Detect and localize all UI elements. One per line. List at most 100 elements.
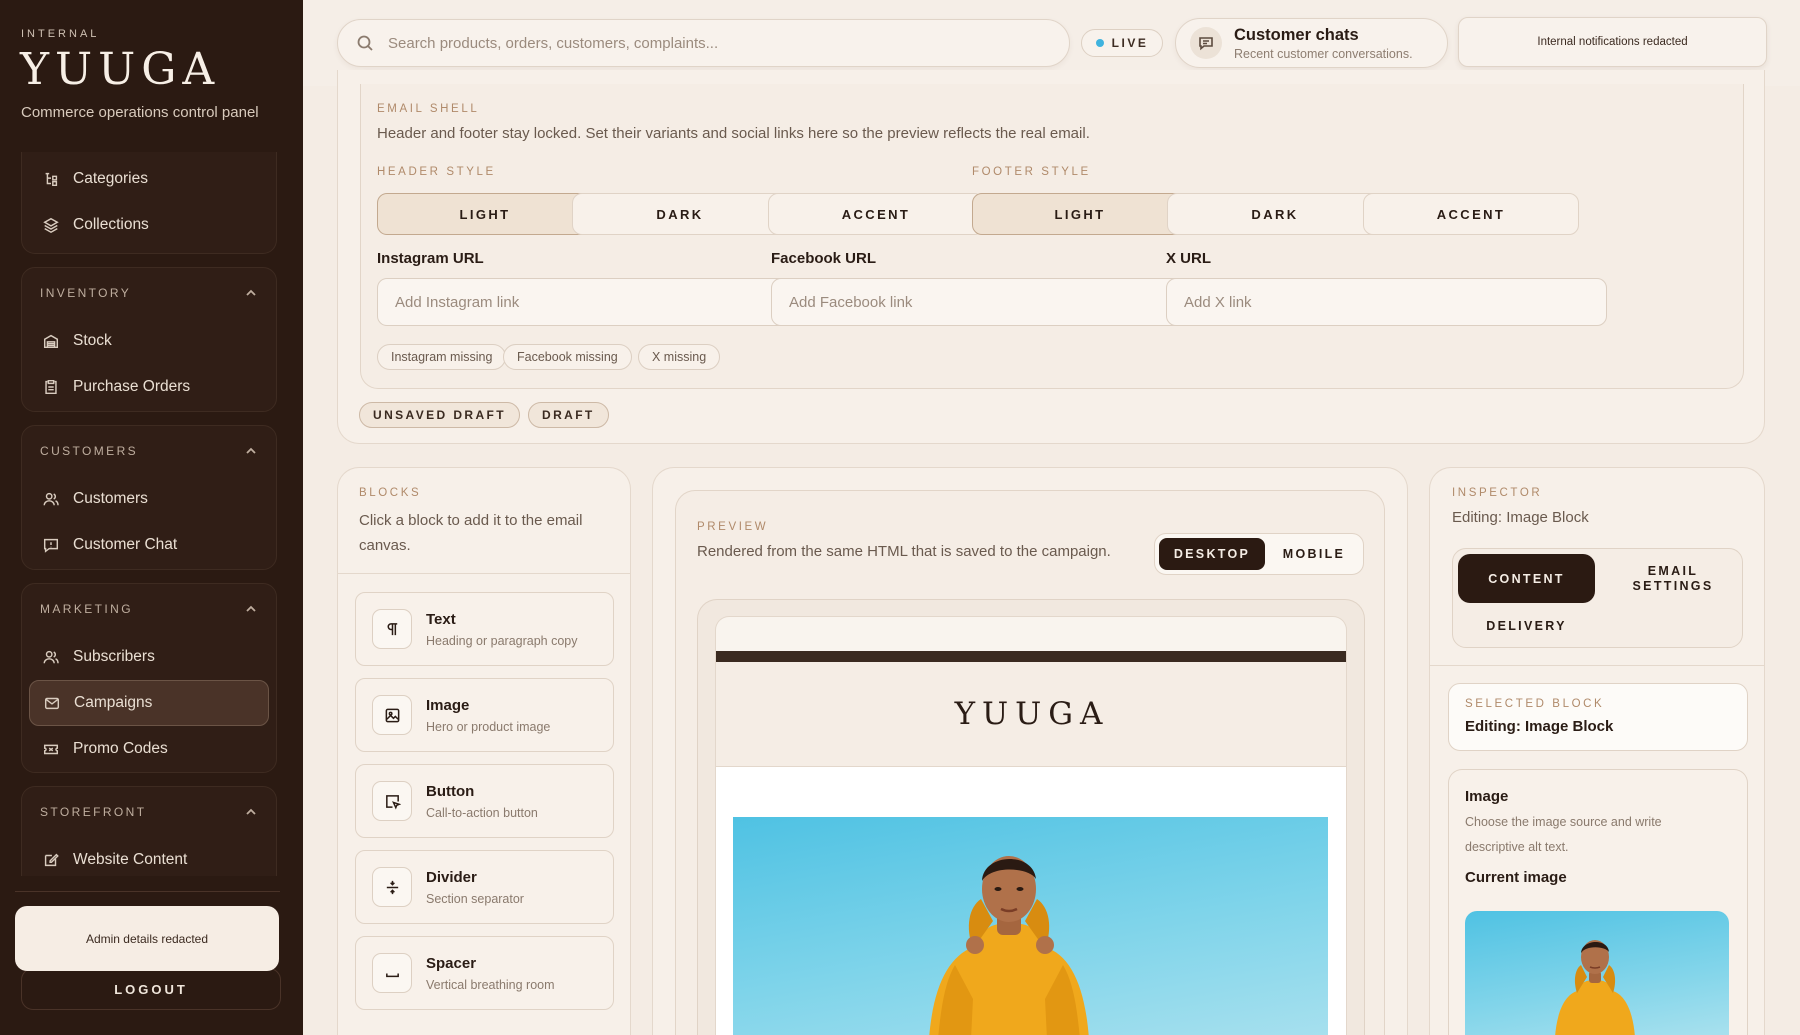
users-icon <box>41 489 61 509</box>
categories-icon <box>41 169 61 189</box>
preview-eyebrow: PREVIEW <box>697 521 769 533</box>
block-description: Heading or paragraph copy <box>426 633 578 648</box>
brand-subtitle: Commerce operations control panel <box>21 104 259 121</box>
block-title: Divider <box>426 868 477 886</box>
block-item-spacer[interactable]: Spacer Vertical breathing room <box>355 936 614 1010</box>
sidebar-item-label: Subscribers <box>73 648 155 665</box>
tab-email-settings[interactable]: EMAIL SETTINGS <box>1613 564 1733 594</box>
block-item-divider[interactable]: Divider Section separator <box>355 850 614 924</box>
draft-status-badge: DRAFT <box>528 402 609 428</box>
hero-image-block[interactable] <box>733 817 1328 1035</box>
x-missing-chip: X missing <box>638 344 721 370</box>
sidebar-item-subscribers[interactable]: Subscribers <box>29 634 269 680</box>
x-url-placeholder: Add X link <box>1184 293 1252 311</box>
email-canvas[interactable]: YUUGA <box>715 616 1347 1035</box>
preview-panel: PREVIEW Rendered from the same HTML that… <box>652 467 1408 1035</box>
sidebar-item-label: Purchase Orders <box>73 378 191 395</box>
nav-group-header[interactable]: STOREFRONT <box>22 787 276 837</box>
tab-content[interactable]: CONTENT <box>1458 554 1595 603</box>
chevron-up-icon <box>246 808 256 815</box>
logout-button[interactable]: LOGOUT <box>21 968 281 1010</box>
block-title: Image <box>426 696 470 714</box>
block-title: Button <box>426 782 475 800</box>
brand-logo[interactable]: YUUGA <box>20 44 220 95</box>
nav-group-inventory: INVENTORY Stock Purchase Orders <box>21 267 277 412</box>
email-shell-eyebrow: EMAIL SHELL <box>377 103 480 115</box>
email-body <box>716 767 1346 1035</box>
sidebar-item-customers[interactable]: Customers <box>29 476 269 522</box>
tab-delivery[interactable]: DELIVERY <box>1458 619 1595 634</box>
brand-eyebrow: INTERNAL <box>21 28 100 40</box>
inspector-divider <box>1430 665 1764 666</box>
nav-group-title: INVENTORY <box>40 286 132 300</box>
users-icon <box>41 647 61 667</box>
block-item-button[interactable]: Button Call-to-action button <box>355 764 614 838</box>
nav-group-header[interactable]: MARKETING <box>22 584 276 634</box>
block-item-image[interactable]: Image Hero or product image <box>355 678 614 752</box>
edit-icon <box>41 850 61 870</box>
blocks-eyebrow: BLOCKS <box>359 487 422 499</box>
nav-group-title: STOREFRONT <box>40 805 147 819</box>
tab-email-settings-line2: SETTINGS <box>1632 579 1714 593</box>
nav-group-header[interactable]: INVENTORY <box>22 268 276 318</box>
mobile-toggle-button[interactable]: MOBILE <box>1269 538 1359 570</box>
search-input[interactable]: Search products, orders, customers, comp… <box>337 19 1070 67</box>
admin-details: Admin details redacted <box>15 906 279 971</box>
spacer-icon <box>372 953 412 993</box>
tab-email-settings-line1: EMAIL <box>1647 564 1699 578</box>
header-style-label: HEADER STYLE <box>377 166 496 178</box>
nav-group-header[interactable]: CUSTOMERS <box>22 426 276 476</box>
sidebar-item-label: Promo Codes <box>73 740 168 757</box>
nav-group-title: MARKETING <box>40 602 133 616</box>
customer-chats-button[interactable]: Customer chats Recent customer conversat… <box>1175 18 1448 68</box>
preview-frame: PREVIEW Rendered from the same HTML that… <box>675 490 1385 1035</box>
email-shell-description: Header and footer stay locked. Set their… <box>377 125 1090 142</box>
footer-style-label: FOOTER STYLE <box>972 166 1091 178</box>
image-settings-title: Image <box>1465 788 1509 805</box>
header-style-light-button[interactable]: LIGHT <box>377 193 593 235</box>
chevron-up-icon <box>246 605 256 612</box>
block-title: Text <box>426 610 456 628</box>
customer-chats-title: Customer chats <box>1234 25 1359 44</box>
sidebar-item-categories[interactable]: Categories <box>29 156 269 202</box>
facebook-url-input[interactable]: Add Facebook link <box>771 278 1212 326</box>
device-toggle: DESKTOP MOBILE <box>1154 533 1364 575</box>
sidebar-item-collections[interactable]: Collections <box>29 202 269 248</box>
notifications-panel[interactable]: Internal notifications redacted <box>1458 17 1767 67</box>
nav-group-marketing: MARKETING Subscribers Campaigns Promo Co… <box>21 583 277 773</box>
x-url-label: X URL <box>1166 250 1211 267</box>
footer-style-dark-button[interactable]: DARK <box>1167 193 1383 235</box>
block-item-text[interactable]: Text Heading or paragraph copy <box>355 592 614 666</box>
current-image-thumbnail[interactable] <box>1465 911 1729 1035</box>
facebook-url-placeholder: Add Facebook link <box>789 293 913 311</box>
sidebar-item-customer-chat[interactable]: Customer Chat <box>29 522 269 568</box>
sidebar-item-website-content[interactable]: Website Content <box>29 837 269 883</box>
desktop-toggle-button[interactable]: DESKTOP <box>1159 538 1265 570</box>
footer-style-light-button[interactable]: LIGHT <box>972 193 1188 235</box>
sidebar-item-label: Campaigns <box>74 694 153 711</box>
inspector-editing-label: Editing: Image Block <box>1452 509 1589 526</box>
sidebar: INTERNAL YUUGA Commerce operations contr… <box>0 0 303 1035</box>
block-description: Vertical breathing room <box>426 977 555 992</box>
divider-icon <box>372 867 412 907</box>
sidebar-divider <box>15 891 280 892</box>
nav-group-title: CUSTOMERS <box>40 444 139 458</box>
sidebar-item-campaigns[interactable]: Campaigns <box>29 680 269 726</box>
email-shell-settings: EMAIL SHELL Header and footer stay locke… <box>360 84 1744 389</box>
search-icon <box>357 35 373 51</box>
sidebar-item-promo-codes[interactable]: Promo Codes <box>29 726 269 772</box>
sidebar-item-purchase-orders[interactable]: Purchase Orders <box>29 364 269 410</box>
inspector-tabs: CONTENT EMAIL SETTINGS DELIVERY <box>1452 548 1743 648</box>
header-style-dark-button[interactable]: DARK <box>572 193 788 235</box>
image-settings-card: Image Choose the image source and write … <box>1448 769 1748 1035</box>
x-url-input[interactable]: Add X link <box>1166 278 1607 326</box>
device-frame: YUUGA <box>697 599 1365 1035</box>
hero-person-image <box>929 856 1089 1035</box>
sidebar-item-label: Customers <box>73 490 148 507</box>
header-style-accent-button[interactable]: ACCENT <box>768 193 984 235</box>
sidebar-item-stock[interactable]: Stock <box>29 318 269 364</box>
instagram-url-placeholder: Add Instagram link <box>395 293 520 311</box>
footer-style-accent-button[interactable]: ACCENT <box>1363 193 1579 235</box>
instagram-url-input[interactable]: Add Instagram link <box>377 278 818 326</box>
sidebar-item-label: Website Content <box>73 851 188 868</box>
